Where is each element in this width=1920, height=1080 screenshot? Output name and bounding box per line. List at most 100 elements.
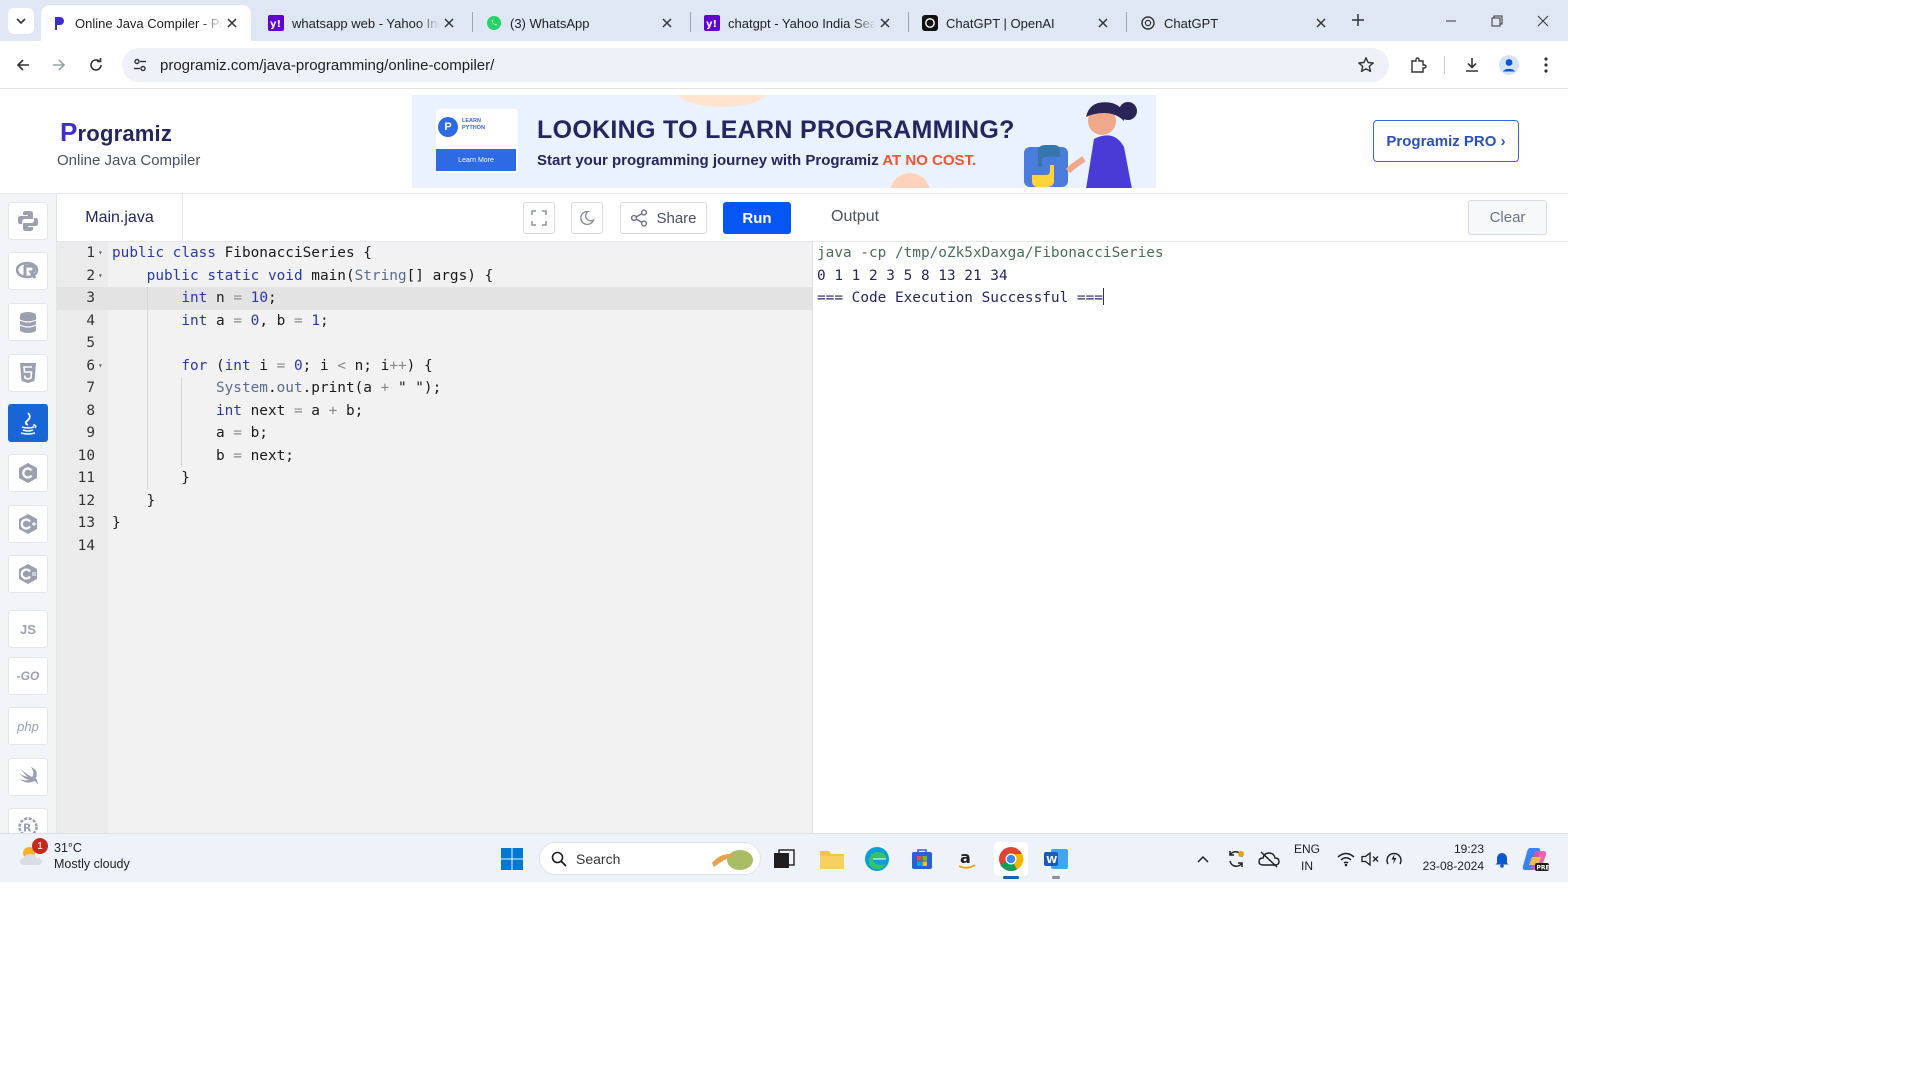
code-line[interactable]: 2 ▾ public static void main(String[] args… [57, 265, 812, 288]
promo-banner[interactable]: P LEARN PYTHON Learn More LOOKING TO LEAR… [412, 95, 1156, 188]
fold-toggle-icon[interactable]: ▾ [98, 355, 103, 378]
taskbar-search[interactable]: Search [539, 842, 761, 875]
close-window-button[interactable] [1520, 0, 1566, 41]
bookmark-star-icon[interactable] [1357, 56, 1375, 74]
output-console[interactable]: java -cp /tmp/oZk5xDaxga/FibonacciSeries… [813, 242, 1568, 833]
code-line[interactable]: 10 b = next; [57, 445, 812, 468]
programiz-logo[interactable]: Programiz [60, 117, 172, 148]
close-tab-icon[interactable] [1094, 14, 1112, 32]
sql-icon[interactable] [8, 303, 48, 341]
swift-icon[interactable] [8, 758, 48, 796]
chrome-button[interactable] [994, 842, 1028, 876]
downloads-button[interactable] [1458, 51, 1486, 79]
code-line[interactable]: 3 int n = 10; [57, 287, 812, 310]
line-number: 10 [77, 447, 95, 464]
start-button[interactable] [495, 842, 529, 876]
js-icon[interactable]: JS [8, 610, 48, 648]
onedrive-button[interactable] [1252, 842, 1286, 876]
code-line[interactable]: 6 ▾ for (int i = 0; i < n; i++) { [57, 355, 812, 378]
sync-tray-button[interactable] [1219, 842, 1253, 876]
extensions-button[interactable] [1404, 51, 1432, 79]
python-icon[interactable] [8, 202, 48, 240]
quick-settings-button[interactable] [1332, 842, 1408, 876]
forward-button[interactable] [45, 51, 73, 79]
edge-button[interactable] [860, 842, 894, 876]
browser-menu-button[interactable] [1532, 51, 1560, 79]
microsoft-store-button[interactable] [905, 842, 939, 876]
line-number: 5 [86, 335, 95, 351]
fullscreen-button[interactable] [523, 202, 555, 234]
restore-button[interactable] [1474, 0, 1520, 41]
file-tab[interactable]: Main.java [57, 194, 183, 241]
learn-more-button[interactable]: Learn More [436, 149, 516, 171]
copilot-button[interactable]: PRE [1518, 842, 1552, 876]
code-line[interactable]: 4 int a = 0, b = 1; [57, 310, 812, 333]
output-command: java -cp /tmp/oZk5xDaxga/FibonacciSeries [817, 245, 1164, 261]
input-language-indicator[interactable]: ENG IN [1292, 841, 1322, 875]
programiz-pro-button[interactable]: Programiz PRO › [1373, 120, 1519, 162]
code-line[interactable]: 11 } [57, 467, 812, 490]
code-line[interactable]: 8 int next = a + b; [57, 400, 812, 423]
arrow-right-icon [53, 59, 66, 71]
fold-toggle-icon[interactable]: ▾ [98, 265, 103, 288]
close-tab-icon[interactable] [223, 14, 241, 32]
code-editor[interactable]: 1 ▾ public class FibonacciSeries {2 ▾ publi… [57, 242, 813, 833]
html-icon[interactable] [8, 354, 48, 392]
url-text: programiz.com/java-programming/online-co… [160, 57, 495, 74]
browser-tab-programiz[interactable]: Online Java Compiler - Programiz [41, 5, 251, 41]
minimize-button[interactable] [1428, 0, 1474, 41]
output-title: Output [831, 208, 880, 225]
browser-tab-whatsapp[interactable]: (3) WhatsApp [476, 5, 686, 41]
code-line[interactable]: 12 } [57, 490, 812, 513]
site-settings-icon[interactable] [132, 57, 148, 73]
file-explorer-button[interactable] [815, 842, 849, 876]
notifications-button[interactable] [1485, 842, 1519, 876]
word-button[interactable]: W [1039, 842, 1073, 876]
java-icon[interactable] [8, 404, 48, 442]
php-icon[interactable]: php [8, 707, 48, 745]
browser-tab-yahoo-whatsapp[interactable]: y! whatsapp web - Yahoo India Search [258, 5, 468, 41]
run-button[interactable]: Run [723, 202, 791, 234]
learner-illustration [1024, 102, 1137, 188]
weather-widget[interactable]: 1 31°C Mostly cloudy [18, 838, 130, 872]
r-icon[interactable] [8, 252, 48, 290]
clear-button[interactable]: Clear [1468, 200, 1547, 235]
c-icon[interactable] [8, 454, 48, 492]
code-line[interactable]: 5 [57, 332, 812, 355]
code-line[interactable]: 9 a = b; [57, 422, 812, 445]
browser-tab-chatgpt[interactable]: ChatGPT [1130, 5, 1340, 41]
tab-search-button[interactable] [8, 8, 34, 34]
code-line[interactable]: 7 System.out.print(a + " "); [57, 377, 812, 400]
close-tab-icon[interactable] [658, 14, 676, 32]
profile-button[interactable] [1495, 51, 1523, 79]
cpp-icon[interactable] [8, 505, 48, 543]
fold-toggle-icon[interactable]: ▾ [98, 242, 103, 265]
back-button[interactable] [9, 51, 37, 79]
browser-tab-yahoo-chatgpt[interactable]: y! chatgpt - Yahoo India Search [694, 5, 904, 41]
share-button[interactable]: Share [620, 202, 707, 234]
task-view-button[interactable] [767, 842, 801, 876]
show-hidden-icons-button[interactable] [1186, 842, 1220, 876]
dark-mode-button[interactable] [571, 202, 603, 234]
code-line[interactable]: 1 ▾ public class FibonacciSeries { [57, 242, 812, 265]
line-number: 2 [86, 267, 95, 284]
csharp-icon[interactable] [8, 555, 48, 593]
line-number: 8 [86, 402, 95, 419]
system-clock[interactable]: 19:23 23-08-2024 [1412, 841, 1484, 875]
bell-icon [1495, 853, 1509, 868]
close-tab-icon[interactable] [876, 14, 894, 32]
close-tab-icon[interactable] [440, 14, 458, 32]
rust-icon[interactable]: R [8, 808, 48, 833]
browser-tab-openai[interactable]: ChatGPT | OpenAI [912, 5, 1122, 41]
address-bar[interactable]: programiz.com/java-programming/online-co… [122, 48, 1389, 82]
notification-badge: 1 [32, 838, 48, 854]
close-tab-icon[interactable] [1312, 14, 1330, 32]
code-line[interactable]: 14 [57, 535, 812, 558]
reload-button[interactable] [82, 51, 110, 79]
new-tab-button[interactable] [1344, 6, 1372, 34]
code-text: } [112, 492, 156, 509]
amazon-button[interactable]: a [950, 842, 984, 876]
editor-header: Main.java Share Run [57, 194, 813, 242]
go-icon[interactable]: -GO [8, 657, 48, 695]
code-line[interactable]: 13} [57, 512, 812, 535]
